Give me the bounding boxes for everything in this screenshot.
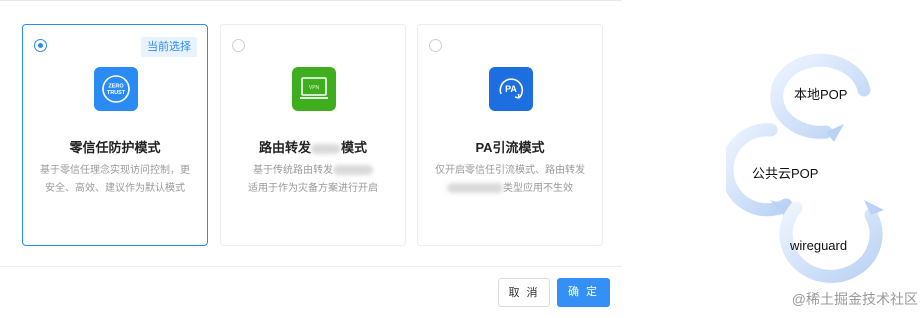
card-zero-trust-mode[interactable]: 当前选择 ZERO TRUST 零信任防护模式 基于零信任理念实现访问控制，更 … [22, 24, 208, 246]
watermark: @稀土掘金技术社区 [791, 291, 918, 307]
redacted-text [311, 143, 341, 154]
network-flow-diagram: 本地POP 公共云POP wireguard [720, 50, 906, 312]
card-description: 基于零信任理念实现访问控制，更 安全、高效、建议作为默认模式 [33, 162, 197, 198]
node-public-cloud-pop: 公共云POP [752, 166, 819, 181]
radio-route-forward[interactable] [232, 39, 245, 52]
desc-line-2: 类型应用不生效 [428, 180, 592, 198]
desc-line-1: 基于传统路由转发 [231, 162, 395, 180]
card-pa-mode[interactable]: PA PA引流模式 仅开启零信任引流模式、路由转发 类型应用不生效 [417, 24, 603, 246]
confirm-button[interactable]: 确 定 [557, 278, 610, 307]
card-title-prefix: 路由转发 [258, 140, 311, 155]
card-route-forward-mode[interactable]: VPN 路由转发 模式 基于传统路由转发 适用于作为灾备方案进行开启 [220, 24, 406, 246]
desc-line-2: 安全、高效、建议作为默认模式 [45, 183, 185, 194]
node-local-pop: 本地POP [794, 87, 848, 102]
desc-line-2: 适用于作为灾备方案进行开启 [248, 183, 378, 194]
desc-line-1: 仅开启零信任引流模式、路由转发 [435, 165, 585, 176]
redacted-text [333, 165, 373, 176]
pa-icon: PA [489, 67, 533, 111]
current-selection-badge: 当前选择 [141, 37, 197, 57]
card-title: 零信任防护模式 [69, 140, 161, 155]
node-wireguard: wireguard [790, 238, 848, 253]
cancel-button[interactable]: 取 消 [498, 278, 550, 307]
redacted-text [447, 183, 503, 194]
mode-select-dialog: 当前选择 ZERO TRUST 零信任防护模式 基于零信任理念实现访问控制，更 … [0, 0, 622, 318]
desc-line-1: 基于零信任理念实现访问控制，更 [40, 165, 190, 176]
card-description: 基于传统路由转发 适用于作为灾备方案进行开启 [231, 162, 395, 198]
vpn-icon-text: VPN [309, 85, 320, 91]
vpn-icon: VPN [292, 67, 336, 111]
footer-divider [0, 266, 622, 267]
radio-zero-trust[interactable] [34, 39, 47, 52]
card-title: PA引流模式 [475, 140, 545, 155]
pa-icon-text: PA [505, 84, 517, 94]
card-title: 路由转发 模式 [221, 137, 405, 156]
radio-pa[interactable] [429, 39, 442, 52]
zero-trust-icon: ZERO TRUST [94, 67, 138, 111]
card-title-suffix: 模式 [341, 140, 368, 155]
card-description: 仅开启零信任引流模式、路由转发 类型应用不生效 [428, 162, 592, 198]
top-divider [0, 0, 622, 1]
zero-trust-icon-text-1: ZERO [108, 84, 124, 90]
zero-trust-icon-text-2: TRUST [107, 90, 126, 96]
